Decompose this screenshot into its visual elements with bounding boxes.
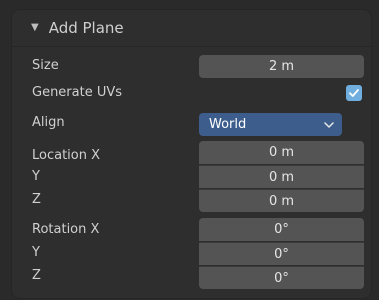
rotation-x-label: Rotation X	[32, 222, 100, 237]
triangle-down-icon[interactable]: ▼	[31, 23, 39, 33]
location-y-field[interactable]: 0 m	[199, 165, 364, 188]
generate-uvs-label: Generate UVs	[32, 85, 123, 100]
location-z-label: Z	[32, 192, 41, 207]
panel-title: Add Plane	[48, 19, 124, 37]
location-x-label: Location X	[32, 148, 101, 163]
location-x-field[interactable]: 0 m	[199, 141, 364, 164]
chevron-down-icon	[324, 113, 334, 136]
generate-uvs-checkbox[interactable]	[346, 85, 362, 101]
rotation-z-label: Z	[32, 268, 41, 283]
rotation-x-field[interactable]: 0°	[199, 218, 364, 241]
rotation-y-field[interactable]: 0°	[199, 242, 364, 265]
align-dropdown[interactable]: World	[199, 113, 342, 136]
location-y-label: Y	[32, 169, 40, 184]
checkmark-icon	[349, 89, 359, 97]
location-z-field[interactable]: 0 m	[199, 189, 364, 212]
rotation-y-label: Y	[32, 245, 40, 260]
panel-header[interactable]: ▼ Add Plane	[12, 10, 371, 47]
rotation-z-field[interactable]: 0°	[199, 266, 364, 289]
align-label: Align	[32, 115, 65, 130]
align-value: World	[209, 117, 247, 132]
size-field[interactable]: 2 m	[199, 55, 364, 78]
size-label: Size	[32, 58, 59, 73]
operator-panel: ▼ Add Plane Size 2 m Generate UVs Align …	[12, 10, 371, 298]
